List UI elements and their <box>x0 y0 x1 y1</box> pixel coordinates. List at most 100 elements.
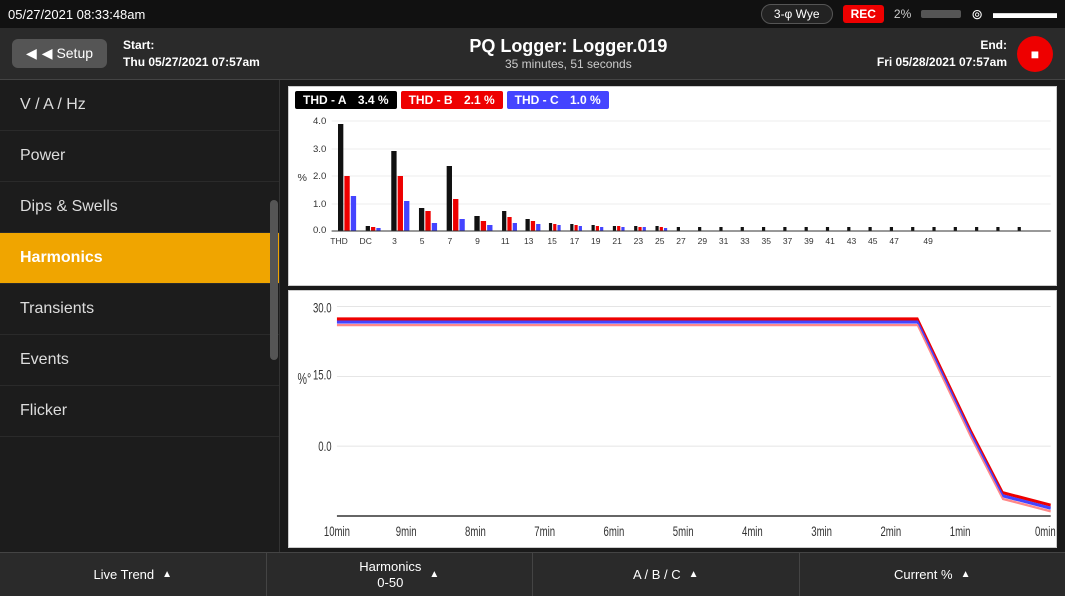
svg-text:THD: THD <box>330 237 348 246</box>
header: ◀ ◀ Setup Start: Thu 05/27/2021 07:57am … <box>0 28 1065 80</box>
svg-text:43: 43 <box>847 237 857 246</box>
svg-text:1min: 1min <box>950 523 971 539</box>
svg-text:30.0: 30.0 <box>313 300 332 316</box>
svg-text:0.0: 0.0 <box>318 438 332 454</box>
thd-a-value: 3.4 % <box>358 93 389 107</box>
tab-bar: Live Trend ▲ Harmonics 0-50 ▲ A / B / C … <box>0 552 1065 596</box>
svg-text:29: 29 <box>698 237 708 246</box>
svg-text:13: 13 <box>524 237 534 246</box>
header-start-info: Start: Thu 05/27/2021 07:57am <box>123 37 260 71</box>
svg-text:3min: 3min <box>811 523 832 539</box>
rec-badge: REC <box>843 5 884 23</box>
datetime: 05/27/2021 08:33:48am <box>8 7 751 22</box>
bar-chart-visual: 4.0 3.0 2.0 1.0 0.0 % <box>289 111 1056 266</box>
bar-chart: THD - A 3.4 % THD - B 2.1 % THD - C 1.0 … <box>288 86 1057 286</box>
trend-chart-visual: 30.0 15.0 0.0 %° 10min 9min 8min 7min 6m… <box>289 291 1056 547</box>
thd-a-label: THD - A 3.4 % <box>295 91 397 109</box>
svg-text:5min: 5min <box>673 523 694 539</box>
thd-c-value: 1.0 % <box>570 93 601 107</box>
thd-c-label: THD - C 1.0 % <box>507 91 609 109</box>
stop-button[interactable]: ■ <box>1017 36 1053 72</box>
tab-current-pct[interactable]: Current % ▲ <box>800 553 1065 596</box>
battery-percent: 2% <box>894 7 911 21</box>
tab-harmonics-arrow: ▲ <box>429 569 439 580</box>
svg-text:0.0: 0.0 <box>313 225 326 235</box>
svg-text:DC: DC <box>360 237 372 246</box>
sidebar-scrollbar[interactable] <box>270 200 278 360</box>
stop-icon: ■ <box>1031 46 1039 62</box>
svg-text:4min: 4min <box>742 523 763 539</box>
svg-text:8min: 8min <box>465 523 486 539</box>
signal-icon: ⊚ <box>971 6 983 23</box>
svg-text:25: 25 <box>655 237 665 246</box>
sidebar-item-dips-swells[interactable]: Dips & Swells <box>0 182 279 233</box>
sidebar: V / A / Hz Power Dips & Swells Harmonics… <box>0 80 280 552</box>
svg-text:4.0: 4.0 <box>313 116 326 126</box>
svg-text:%: % <box>298 173 307 184</box>
svg-text:7: 7 <box>447 237 452 246</box>
svg-text:37: 37 <box>783 237 793 246</box>
svg-text:7min: 7min <box>534 523 555 539</box>
tab-harmonics-0-50[interactable]: Harmonics 0-50 ▲ <box>267 553 534 596</box>
svg-text:5: 5 <box>420 237 425 246</box>
tab-live-trend[interactable]: Live Trend ▲ <box>0 553 267 596</box>
bar-chart-svg: 4.0 3.0 2.0 1.0 0.0 % <box>289 111 1056 266</box>
svg-text:9min: 9min <box>396 523 417 539</box>
svg-text:1.0: 1.0 <box>313 199 326 209</box>
sidebar-item-power[interactable]: Power <box>0 131 279 182</box>
svg-text:2.0: 2.0 <box>313 171 326 181</box>
sidebar-item-flicker[interactable]: Flicker <box>0 386 279 437</box>
svg-text:6min: 6min <box>604 523 625 539</box>
svg-text:49: 49 <box>923 237 933 246</box>
svg-text:10min: 10min <box>324 523 350 539</box>
svg-text:27: 27 <box>676 237 686 246</box>
main-content: V / A / Hz Power Dips & Swells Harmonics… <box>0 80 1065 552</box>
chart-area: THD - A 3.4 % THD - B 2.1 % THD - C 1.0 … <box>280 80 1065 552</box>
svg-text:21: 21 <box>612 237 622 246</box>
thd-labels: THD - A 3.4 % THD - B 2.1 % THD - C 1.0 … <box>289 87 1056 111</box>
svg-text:0min: 0min <box>1035 523 1056 539</box>
svg-text:41: 41 <box>825 237 835 246</box>
svg-text:2min: 2min <box>880 523 901 539</box>
svg-text:19: 19 <box>591 237 601 246</box>
end-date: Fri 05/28/2021 07:57am <box>877 55 1007 69</box>
sidebar-item-events[interactable]: Events <box>0 335 279 386</box>
battery-icon: ▬▬▬▬ <box>993 5 1057 23</box>
tab-harmonics-label: Harmonics 0-50 <box>359 559 421 590</box>
sidebar-item-harmonics[interactable]: Harmonics <box>0 233 279 284</box>
svg-text:31: 31 <box>719 237 729 246</box>
svg-text:39: 39 <box>804 237 814 246</box>
svg-text:9: 9 <box>475 237 480 246</box>
status-bar: 05/27/2021 08:33:48am 3-φ Wye REC 2% ⊚ ▬… <box>0 0 1065 28</box>
thd-b-value: 2.1 % <box>464 93 495 107</box>
duration: 35 minutes, 51 seconds <box>260 57 877 71</box>
header-center: PQ Logger: Logger.019 35 minutes, 51 sec… <box>260 36 877 71</box>
back-label: ◀ Setup <box>42 45 93 62</box>
tab-current-pct-label: Current % <box>894 567 953 583</box>
svg-text:3.0: 3.0 <box>313 144 326 154</box>
svg-text:47: 47 <box>889 237 899 246</box>
tab-abc-arrow: ▲ <box>689 569 699 580</box>
svg-text:11: 11 <box>501 237 510 246</box>
svg-text:3: 3 <box>392 237 397 246</box>
svg-text:23: 23 <box>634 237 644 246</box>
end-label: End: <box>980 38 1007 52</box>
svg-text:15: 15 <box>547 237 557 246</box>
page-title: PQ Logger: Logger.019 <box>260 36 877 57</box>
tab-live-trend-label: Live Trend <box>93 567 154 583</box>
sidebar-item-transients[interactable]: Transients <box>0 284 279 335</box>
tab-a-b-c[interactable]: A / B / C ▲ <box>533 553 800 596</box>
trend-chart: 30.0 15.0 0.0 %° 10min 9min 8min 7min 6m… <box>288 290 1057 548</box>
tab-current-pct-arrow: ▲ <box>961 569 971 580</box>
tab-abc-label: A / B / C <box>633 567 681 583</box>
svg-text:17: 17 <box>570 237 580 246</box>
svg-text:%°: %° <box>298 370 312 387</box>
header-end-info: End: Fri 05/28/2021 07:57am <box>877 37 1007 71</box>
mode-badge: 3-φ Wye <box>761 4 833 24</box>
tab-live-trend-arrow: ▲ <box>162 569 172 580</box>
back-arrow-icon: ◀ <box>26 45 37 62</box>
start-label: Start: <box>123 38 154 52</box>
back-button[interactable]: ◀ ◀ Setup <box>12 39 107 68</box>
svg-text:45: 45 <box>868 237 878 246</box>
sidebar-item-v-a-hz[interactable]: V / A / Hz <box>0 80 279 131</box>
